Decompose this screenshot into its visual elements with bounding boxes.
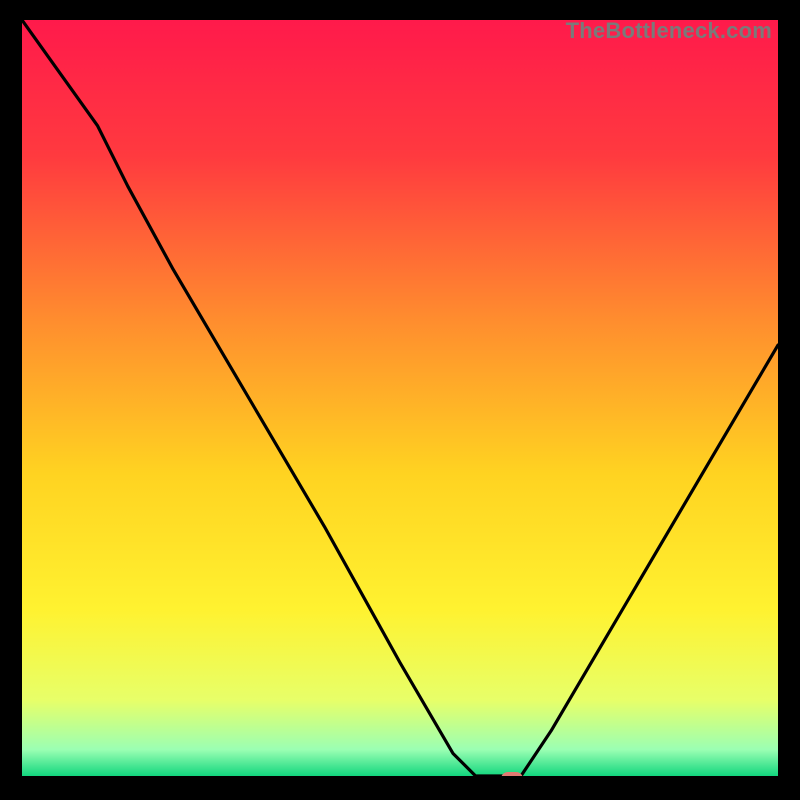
watermark-text: TheBottleneck.com [566,18,772,44]
chart-frame: TheBottleneck.com [20,18,780,778]
chart-background-gradient [22,20,778,776]
optimal-point-marker [501,772,523,778]
